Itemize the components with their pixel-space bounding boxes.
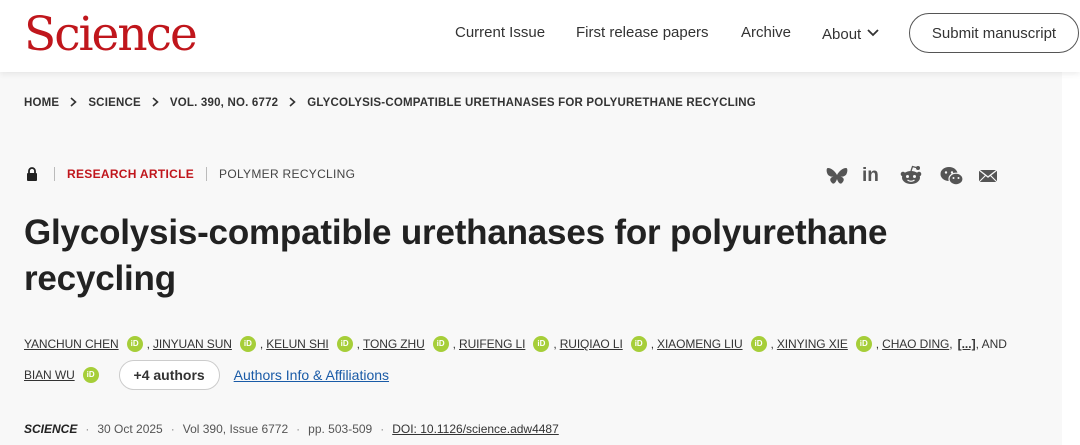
orcid-icon[interactable]: iD: [82, 367, 99, 383]
orcid-icon[interactable]: iD: [750, 336, 767, 352]
separator: ,: [770, 337, 774, 351]
chevron-right-icon: [70, 96, 78, 110]
author-link[interactable]: XINYING XIE: [777, 334, 848, 354]
author-line-2: BIAN WU iD +4 authors Authors Info & Affi…: [24, 360, 389, 390]
more-authors-button[interactable]: +4 authors: [118, 360, 220, 390]
chevron-right-icon: [289, 96, 296, 110]
lock-icon: [26, 167, 38, 181]
volume-issue: Vol 390, Issue 6772: [182, 422, 289, 436]
nav-archive[interactable]: Archive: [741, 24, 791, 41]
separator: ,: [452, 337, 456, 351]
author-line-1: YANCHUN CHEN iD, JINYUAN SUN iD, KELUN SHI…: [24, 334, 1007, 354]
author-link[interactable]: CHAO DING: [882, 334, 949, 354]
divider: [54, 167, 55, 181]
science-logo[interactable]: Science: [24, 6, 198, 64]
breadcrumb-home[interactable]: HOME: [24, 97, 59, 109]
article-title: Glycolysis-compatible urethanases for po…: [24, 210, 1004, 302]
author-link[interactable]: RUIQIAO LI: [560, 334, 623, 354]
separator: ,: [259, 337, 264, 351]
page-range: pp. 503-509: [308, 422, 373, 436]
author-link[interactable]: JINYUAN SUN: [153, 334, 232, 354]
orcid-icon[interactable]: iD: [630, 336, 647, 352]
separator: ,: [553, 337, 557, 351]
email-icon[interactable]: [978, 166, 998, 186]
orcid-icon[interactable]: iD: [239, 336, 256, 352]
orcid-icon[interactable]: iD: [533, 336, 550, 352]
linkedin-icon[interactable]: in: [862, 165, 879, 186]
separator: ,: [650, 337, 655, 351]
breadcrumb-current-article: GLYCOLYSIS-COMPATIBLE URETHANASES FOR PO…: [307, 97, 756, 109]
orcid-icon[interactable]: iD: [855, 336, 872, 352]
article-category-label[interactable]: POLYMER RECYCLING: [219, 167, 355, 181]
article-title-line-1: Glycolysis-compatible urethanases for po…: [24, 213, 888, 252]
doi-link[interactable]: DOI: 10.1126/science.adw4487: [392, 422, 559, 436]
author-link[interactable]: BIAN WU: [24, 365, 75, 385]
author-link[interactable]: XIAOMENG LIU: [657, 334, 743, 354]
separator: ,: [875, 337, 880, 351]
orcid-icon[interactable]: iD: [432, 336, 449, 352]
article-title-line-2: recycling: [24, 259, 176, 298]
breadcrumb-volume[interactable]: VOL. 390, NO. 6772: [170, 97, 278, 109]
expand-authors-ellipsis[interactable]: [...]: [958, 334, 976, 354]
orcid-icon[interactable]: iD: [336, 336, 353, 352]
separator: ,: [356, 337, 360, 351]
bluesky-icon[interactable]: [826, 166, 848, 186]
separator: ,: [146, 337, 150, 351]
orcid-icon[interactable]: iD: [126, 336, 143, 352]
journal-name: SCIENCE: [24, 422, 78, 436]
article-type-label[interactable]: RESEARCH ARTICLE: [67, 167, 194, 181]
submit-manuscript-button[interactable]: Submit manuscript: [909, 13, 1079, 53]
scrollbar-track[interactable]: [1062, 72, 1080, 445]
divider: [206, 167, 208, 181]
separator: ·: [380, 422, 385, 436]
separator: ·: [85, 422, 90, 436]
nav-about-label: About: [822, 26, 862, 43]
nav-first-release-papers[interactable]: First release papers: [576, 24, 709, 41]
author-link[interactable]: TONG ZHU: [363, 334, 425, 354]
authors-info-affiliations-link[interactable]: Authors Info & Affiliations: [234, 365, 389, 385]
author-link[interactable]: KELUN SHI: [266, 334, 329, 354]
wechat-icon[interactable]: [940, 166, 964, 186]
breadcrumb: HOME SCIENCE VOL. 390, NO. 6772 GLYCOLYS…: [24, 96, 756, 110]
author-link[interactable]: RUIFENG LI: [459, 334, 525, 354]
chevron-down-icon: [867, 24, 879, 41]
publication-date: 30 Oct 2025: [97, 422, 163, 436]
nav-about[interactable]: About: [822, 24, 879, 43]
article-meta: RESEARCH ARTICLE POLYMER RECYCLING: [26, 167, 355, 181]
breadcrumb-science[interactable]: SCIENCE: [88, 97, 141, 109]
and-text: , AND: [975, 337, 1007, 351]
chevron-right-icon: [152, 96, 159, 110]
separator: ·: [170, 422, 175, 436]
author-link[interactable]: YANCHUN CHEN: [24, 334, 119, 354]
nav-current-issue[interactable]: Current Issue: [455, 24, 545, 41]
reddit-icon[interactable]: [900, 165, 922, 185]
separator: ,: [949, 337, 953, 351]
site-header: Science Current Issue First release pape…: [0, 0, 1080, 72]
citation-line: SCIENCE · 30 Oct 2025 · Vol 390, Issue 6…: [24, 422, 559, 436]
separator: ·: [296, 422, 301, 436]
